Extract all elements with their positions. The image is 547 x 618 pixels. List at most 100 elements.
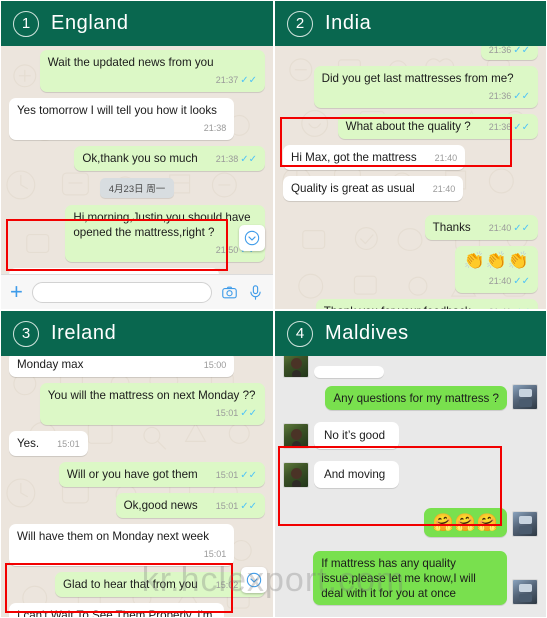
chat-bubble-outgoing[interactable]: Will or you have got them 15:01 ✓✓ (58, 462, 265, 487)
message-meta: 15:00 (204, 358, 227, 373)
chat-messages-maldives: Any questions for my mattress ? No it’s … (275, 356, 546, 617)
chat-bubble-incoming-highlighted[interactable]: And moving (314, 461, 400, 488)
chat-bubble-incoming-highlighted[interactable]: No it’s good (314, 422, 400, 449)
chat-bubble-outgoing-emoji[interactable]: 🤗🤗🤗 (424, 508, 507, 537)
read-receipt-icon: ✓✓ (513, 90, 530, 102)
message-meta: 15:01 ✓✓ (216, 406, 257, 421)
timestamp: 15:00 (203, 360, 227, 370)
timestamp: 15:02 (215, 580, 239, 590)
read-receipt-icon: ✓✓ (513, 222, 530, 234)
avatar (512, 384, 538, 410)
panel-header-maldives: 4 Maldives (275, 311, 546, 356)
read-receipt-icon: ✓✓ (513, 275, 530, 287)
emoji-content: 🤗🤗🤗 (432, 513, 499, 532)
message-row (283, 356, 538, 378)
message-text: Glad to hear that from you (63, 578, 198, 591)
avatar (512, 511, 538, 537)
chat-bubble-incoming[interactable]: Yes. 15:01 (9, 431, 88, 456)
message-row: Did you get last mattresses from me? 21:… (283, 66, 538, 108)
message-row: Ok,thank you so much 21:38 ✓✓ (9, 146, 265, 171)
emoji-content: 👏👏👏 (463, 251, 530, 270)
chat-bubble-outgoing[interactable]: If mattress has any quality issue,please… (313, 551, 507, 605)
chat-screenshot-grid: 1 England Wait the updated news from you… (0, 0, 547, 618)
chat-bubble-outgoing[interactable]: Thanks 21:40 ✓✓ (424, 215, 538, 240)
attach-plus-icon[interactable]: + (10, 281, 23, 303)
message-row: If mattress has any quality issue,please… (283, 551, 538, 605)
chat-bubble-incoming-highlighted[interactable]: I can't Wait To See Them Properly. I'm s… (9, 603, 225, 617)
chat-bubble-outgoing-partial[interactable]: 21:36 ✓✓ (480, 46, 538, 60)
message-meta: 21:38 (204, 121, 227, 136)
panel-number-badge: 1 (13, 10, 39, 37)
message-text: I can't Wait To See Them Properly. I'm s… (17, 609, 213, 617)
chevron-down-icon (246, 572, 262, 588)
chat-bubble-outgoing[interactable]: Glad to hear that from you 15:02 ✓✓ (55, 572, 265, 597)
message-input[interactable] (31, 281, 212, 303)
panel-number-badge: 3 (13, 320, 39, 347)
message-row: Ok,good news 15:01 ✓✓ (9, 493, 265, 518)
chat-bubble-outgoing[interactable]: Ok,thank you so much 21:38 ✓✓ (74, 146, 265, 171)
chat-bubble-outgoing[interactable]: Wait the updated news from you 21:37 ✓✓ (39, 50, 265, 92)
message-meta: 21:40 (435, 151, 458, 166)
message-text: If mattress has any quality issue,please… (321, 557, 476, 600)
message-composer-bar: + (1, 274, 273, 309)
message-row: Monday max 15:00 (9, 356, 265, 377)
timestamp: 21:40 (488, 276, 512, 286)
message-meta: 21:36 ✓✓ (489, 89, 530, 104)
microphone-icon[interactable] (247, 284, 264, 301)
message-row: 👏👏👏 21:40 ✓✓ (283, 246, 538, 293)
timestamp: 21:40 (488, 223, 512, 233)
read-receipt-icon: ✓✓ (240, 500, 257, 512)
scroll-to-bottom-button[interactable] (241, 567, 267, 593)
message-row: Yes tomorrow I will tell you how it look… (9, 98, 265, 140)
message-text: Wait the updated news from you (47, 56, 214, 69)
read-receipt-icon: ✓✓ (513, 307, 530, 309)
message-row: You will the mattress on next Monday ?? … (9, 383, 265, 425)
chat-bubble-outgoing[interactable]: Any questions for my mattress ? (325, 386, 507, 410)
message-meta: 15:01 (204, 547, 227, 562)
panel-number-badge: 2 (287, 10, 313, 37)
chat-bubble-outgoing[interactable]: You will the mattress on next Monday ?? … (39, 383, 265, 425)
camera-icon[interactable] (221, 284, 238, 301)
message-row: Will or you have got them 15:01 ✓✓ (9, 462, 265, 487)
message-row: Hi,morning,Justin,you should have opened… (9, 205, 265, 262)
chat-bubble-incoming[interactable]: Yes tomorrow I will tell you how it look… (9, 98, 235, 140)
chat-bubble-outgoing[interactable]: Thank you for your feedback 21:41 ✓✓ (315, 299, 538, 309)
message-row: Wait the updated news from you 21:37 ✓✓ (9, 50, 265, 92)
timestamp: 21:38 (203, 123, 227, 133)
message-row: Any questions for my mattress ? (283, 384, 538, 410)
avatar (512, 579, 538, 605)
avatar (283, 423, 309, 449)
timestamp: 21:40 (432, 184, 456, 194)
message-meta: 21:41 ✓✓ (489, 305, 530, 309)
timestamp: 15:01 (57, 439, 80, 449)
message-text: Yes. (17, 437, 40, 450)
timestamp: 21:37 (215, 75, 239, 85)
chat-bubble-incoming[interactable]: Will have them on Monday next week 15:01 (9, 524, 235, 566)
message-meta: 15:01 ✓✓ (216, 499, 257, 514)
message-text: Ok,thank you so much (82, 152, 198, 165)
message-row: 21:36 ✓✓ (283, 46, 538, 60)
timestamp: 21:38 (215, 154, 239, 164)
date-label: 4月23日 周一 (99, 178, 175, 198)
chat-bubble-outgoing[interactable]: What about the quality ? 21:36 ✓✓ (337, 114, 538, 139)
timestamp: 21:36 (488, 46, 512, 55)
message-meta: 21:40 ✓✓ (489, 274, 530, 289)
chat-bubble-incoming-partial[interactable] (314, 366, 384, 378)
chat-bubble-outgoing-emoji[interactable]: 👏👏👏 21:40 ✓✓ (455, 246, 538, 293)
read-receipt-icon: ✓✓ (240, 74, 257, 86)
message-text: Quality is great as usual (291, 182, 415, 195)
panel-header-india: 2 India (275, 1, 546, 46)
read-receipt-icon: ✓✓ (240, 469, 257, 481)
message-row: Will have them on Monday next week 15:01 (9, 524, 265, 566)
chat-bubble-outgoing[interactable]: Hi,morning,Justin,you should have opened… (65, 205, 265, 262)
message-text: Did you get last mattresses from me? (321, 72, 514, 85)
scroll-to-bottom-button[interactable] (239, 225, 265, 251)
chat-bubble-outgoing[interactable]: Did you get last mattresses from me? 21:… (313, 66, 538, 108)
message-meta: 21:36 ✓✓ (489, 120, 530, 135)
chat-bubble-outgoing[interactable]: Ok,good news 15:01 ✓✓ (115, 493, 265, 518)
chat-bubble-incoming-highlighted[interactable]: Quality is great as usual 21:40 (283, 176, 464, 201)
chat-bubble-incoming-highlighted[interactable]: Hi Max, got the mattress 21:40 (283, 145, 466, 170)
chat-bubble-incoming-partial[interactable]: Monday max 15:00 (9, 356, 235, 377)
message-text: Thank you for your feedback (324, 304, 471, 309)
page-title: Ireland (51, 322, 117, 344)
